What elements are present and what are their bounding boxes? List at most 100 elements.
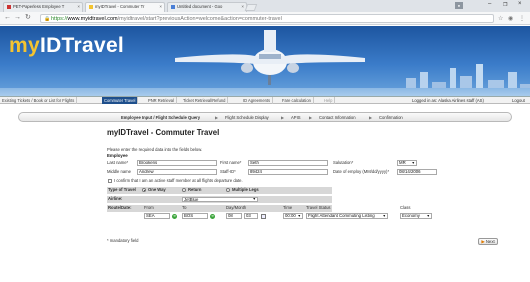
step-confirmation: Confirmation: [379, 115, 403, 120]
to-label: To: [182, 205, 187, 210]
step-apis: APIS: [291, 115, 301, 120]
favicon-icon: [89, 4, 93, 9]
day-field[interactable]: 08: [226, 213, 242, 219]
time-label: Time: [283, 205, 293, 210]
nav-fare-calculation[interactable]: Fare calculation: [280, 97, 314, 104]
airline-select[interactable]: JetBlue ▼: [182, 197, 258, 202]
date-of-employ-label: Date of employ (MM/dd/yyyy)*: [333, 169, 390, 174]
nav-pnr-retrieval[interactable]: PNR Retrieval: [146, 97, 177, 104]
close-icon[interactable]: ×: [241, 4, 244, 9]
chevron-down-icon: ▼: [297, 214, 301, 218]
address-bar: ← → ↻ 🔒 https://www.myidtravel.com/myidtr…: [0, 12, 530, 25]
nav-id-agreements[interactable]: ID Agreements: [241, 97, 274, 104]
month-field[interactable]: 03: [244, 213, 258, 219]
nav-ticket-retrieval[interactable]: Ticket Retrieval/Refund: [181, 97, 229, 104]
confirm-checkbox[interactable]: [108, 179, 112, 183]
middle-name-field[interactable]: Andrew: [137, 169, 217, 175]
first-name-label: First name*: [220, 160, 242, 165]
next-label: Next: [485, 239, 495, 244]
day-month-label: Day/Month: [226, 205, 247, 210]
minimize-icon[interactable]: –: [488, 1, 491, 7]
profile-icon[interactable]: ●: [455, 2, 463, 9]
airline-value: JetBlue: [184, 197, 199, 202]
step-employee-input: Employee Input / Flight Schedule Query: [121, 115, 201, 120]
tab-label: PET-Paperless Employee T: [13, 4, 65, 9]
class-select[interactable]: Economy ▼: [400, 213, 432, 219]
tab-label: myIDTravel - Commuter Tr: [95, 4, 145, 9]
chevron-right-icon: ▶: [309, 115, 313, 120]
from-field[interactable]: SEA: [144, 213, 170, 219]
salutation-label: Salutation*: [333, 160, 354, 165]
logout-link[interactable]: Logout: [512, 97, 525, 104]
lock-icon: 🔒: [44, 16, 51, 22]
favicon-icon: [171, 4, 175, 9]
multiple-legs-radio[interactable]: [226, 188, 230, 192]
window-close-icon[interactable]: ×: [518, 1, 522, 7]
page-title: myIDTravel - Commuter Travel: [107, 128, 220, 137]
first-name-field[interactable]: Seth: [248, 160, 328, 166]
airplane-illustration: [175, 30, 365, 85]
step-flight-schedule: Flight Schedule Display: [225, 115, 269, 120]
chevron-down-icon: ▼: [252, 197, 256, 201]
nav-existing-tickets[interactable]: Existing Tickets / Book or List for Flig…: [0, 97, 78, 104]
staff-id-field[interactable]: 89424: [248, 169, 328, 175]
close-icon[interactable]: ×: [159, 4, 162, 9]
maximize-icon[interactable]: ❐: [503, 2, 507, 8]
next-button[interactable]: ▶ Next: [478, 238, 498, 245]
extension-icon[interactable]: ◉: [508, 15, 513, 22]
step-contact-info: Contact Information: [319, 115, 356, 120]
forward-icon[interactable]: →: [14, 14, 21, 22]
chevron-down-icon: ▼: [426, 214, 430, 218]
back-icon[interactable]: ←: [4, 14, 11, 22]
browser-tab-doc[interactable]: Untitled document - Goo ×: [167, 2, 247, 12]
nav-commuter-travel[interactable]: Commuter Travel: [102, 97, 139, 104]
time-value: 00:00: [285, 213, 296, 218]
airline-label: Airline:: [108, 196, 123, 201]
class-label: Class: [400, 205, 411, 210]
menu-icon[interactable]: ⋮: [519, 15, 525, 22]
swap-arrow-icon[interactable]: ➜: [210, 213, 215, 219]
section-employee: Employee: [107, 153, 128, 158]
to-field[interactable]: BOS: [182, 213, 208, 219]
browser-tab-myidtravel[interactable]: myIDTravel - Commuter Tr ×: [85, 2, 165, 12]
url-scheme: https://: [51, 16, 68, 22]
nav-help[interactable]: Help: [322, 97, 336, 104]
confirm-text: I confirm that I am an active staff memb…: [114, 178, 243, 183]
star-icon[interactable]: ☆: [498, 15, 503, 22]
chevron-right-icon: ▶: [369, 115, 373, 120]
date-of-employ-field[interactable]: 08/14/2006: [397, 169, 437, 175]
myidtravel-logo[interactable]: myIDTravel: [9, 34, 124, 58]
route-date-label: Route/Date:: [108, 205, 132, 210]
instructions-text: Please enter the required data into the …: [107, 147, 203, 152]
url-input[interactable]: 🔒 https://www.myidtravel.com/myidtravel/s…: [40, 14, 494, 23]
logged-in-status: Logged in as: Alaska Airlines staff (AS): [412, 98, 484, 103]
route-date-row: [107, 205, 332, 212]
type-of-travel-label: Type of Travel: [108, 187, 136, 192]
one-way-label: One Way: [148, 187, 166, 192]
staff-id-label: Staff-ID*: [220, 169, 236, 174]
class-value: Economy: [402, 213, 420, 218]
travel-status-select[interactable]: Flight Attendant Commuting Listing ▼: [306, 213, 388, 219]
url-path: /myidtravel/start?previousAction=welcome…: [117, 16, 282, 22]
last-name-label: Last name*: [107, 160, 129, 165]
new-tab-button[interactable]: [244, 4, 258, 11]
browser-tab-pet[interactable]: PET-Paperless Employee T ×: [3, 2, 83, 12]
last-name-field[interactable]: Brookens: [137, 160, 217, 166]
chevron-down-icon: ▼: [382, 214, 386, 218]
middle-name-label: Middle name: [107, 169, 131, 174]
one-way-radio[interactable]: [142, 188, 146, 192]
tab-label: Untitled document - Goo: [177, 4, 223, 9]
banner-ground: [0, 88, 530, 96]
progress-steps: Employee Input / Flight Schedule Query ▶…: [18, 112, 512, 122]
calendar-icon[interactable]: [261, 213, 266, 219]
salutation-select[interactable]: MR ▼: [397, 160, 417, 166]
favicon-icon: [7, 4, 11, 9]
reload-icon[interactable]: ↻: [25, 14, 31, 22]
close-icon[interactable]: ×: [77, 4, 80, 9]
travel-status-label: Travel Status: [306, 205, 331, 210]
swap-arrow-icon[interactable]: ➜: [172, 213, 177, 219]
arrow-right-icon: ▶: [481, 239, 485, 244]
time-select[interactable]: 00:00 ▼: [283, 213, 303, 219]
return-radio[interactable]: [182, 188, 186, 192]
salutation-value: MR: [399, 160, 406, 165]
